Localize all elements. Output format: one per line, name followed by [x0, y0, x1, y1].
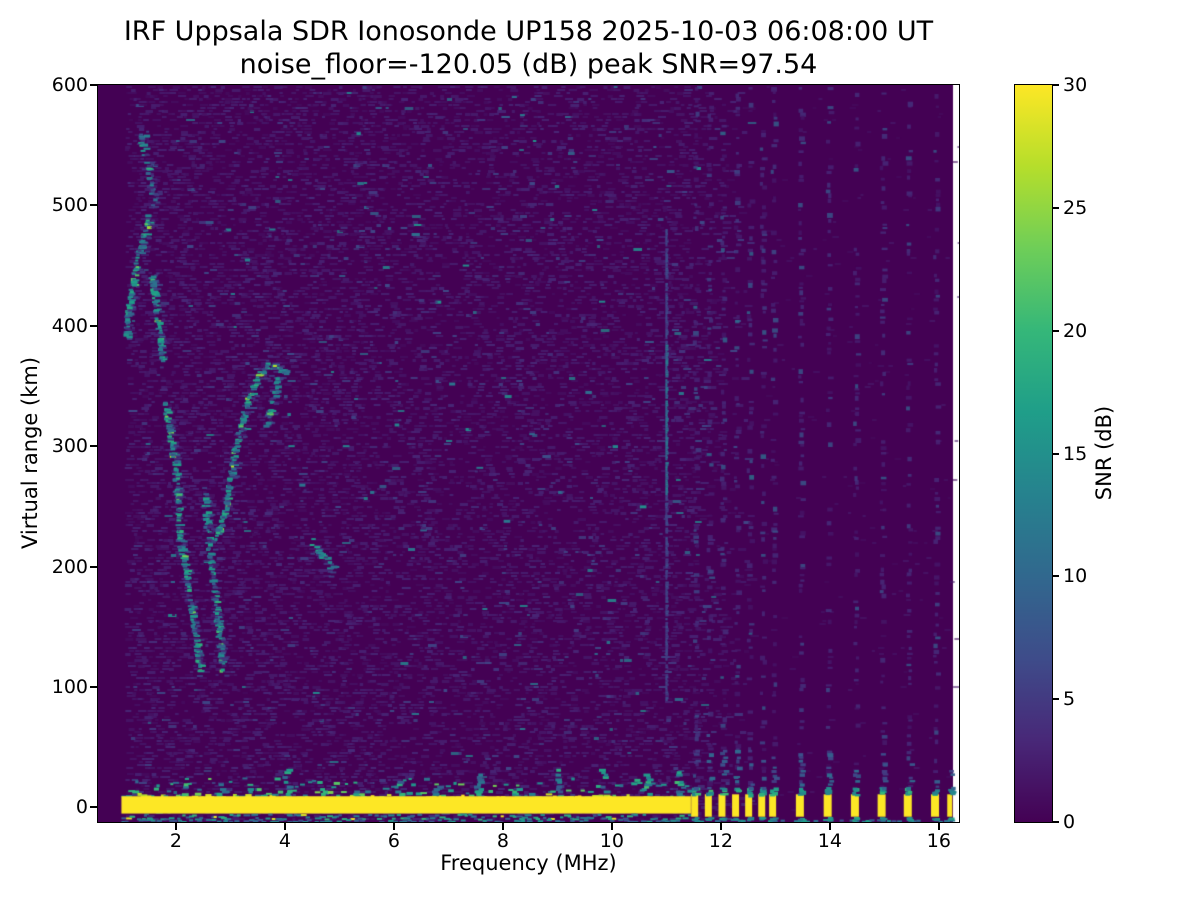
colorbar-tick-mark [1053, 821, 1059, 823]
x-axis-label: Frequency (MHz) [440, 851, 617, 875]
x-tick-mark [610, 823, 613, 830]
y-tick-mark [90, 84, 97, 86]
colorbar-tick-mark [1053, 84, 1059, 86]
y-tick-label: 200 [51, 555, 88, 578]
x-tick-mark [174, 823, 177, 830]
y-tick-label: 500 [51, 194, 88, 217]
y-axis-label: Virtual range (km) [18, 356, 42, 550]
x-tick-label: 2 [169, 830, 182, 852]
colorbar-tick-mark [1053, 206, 1059, 209]
x-tick-mark [392, 823, 395, 830]
y-tick-mark [90, 204, 97, 207]
figure-subtitle: noise_floor=-120.05 (dB) peak SNR=97.54 [239, 49, 818, 80]
colorbar-tick-mark [1053, 698, 1059, 701]
plot-area [97, 84, 960, 823]
x-tick-label: 4 [278, 830, 291, 852]
colorbar-tick-label: 0 [1063, 811, 1076, 833]
y-tick-label: 100 [51, 675, 88, 698]
ionogram-figure: IRF Uppsala SDR Ionosonde UP158 2025-10-… [0, 0, 1200, 900]
x-tick-label: 8 [496, 830, 509, 852]
x-tick-label: 12 [708, 830, 733, 852]
x-tick-label: 14 [817, 830, 842, 852]
y-tick-mark [90, 806, 97, 809]
colorbar-tick-label: 20 [1063, 319, 1088, 342]
y-tick-label: 0 [75, 796, 88, 819]
colorbar-tick-label: 15 [1063, 442, 1088, 465]
x-tick-mark [937, 823, 940, 830]
figure-title: IRF Uppsala SDR Ionosonde UP158 2025-10-… [123, 16, 934, 47]
x-tick-label: 16 [926, 830, 951, 852]
y-tick-mark [90, 324, 97, 327]
colorbar-tick-mark [1053, 452, 1059, 455]
heatmap-canvas [98, 85, 959, 822]
colorbar-gradient [1015, 85, 1052, 822]
y-tick-label: 600 [51, 74, 88, 96]
x-tick-mark [501, 823, 504, 830]
colorbar-tick-label: 30 [1063, 74, 1088, 96]
x-tick-mark [828, 823, 831, 830]
colorbar-tick-mark [1053, 329, 1059, 332]
y-tick-mark [90, 565, 97, 568]
colorbar-tick-label: 25 [1063, 196, 1088, 219]
x-tick-label: 10 [599, 830, 624, 852]
x-tick-mark [719, 823, 722, 830]
colorbar-tick-mark [1053, 575, 1059, 578]
colorbar-tick-label: 5 [1063, 688, 1076, 711]
y-tick-label: 400 [51, 314, 88, 337]
x-tick-mark [283, 823, 286, 830]
colorbar-label: SNR (dB) [1092, 405, 1116, 501]
y-tick-mark [90, 445, 97, 448]
colorbar [1014, 84, 1053, 823]
colorbar-tick-label: 10 [1063, 565, 1088, 588]
x-tick-label: 6 [387, 830, 400, 852]
y-tick-mark [90, 685, 97, 688]
